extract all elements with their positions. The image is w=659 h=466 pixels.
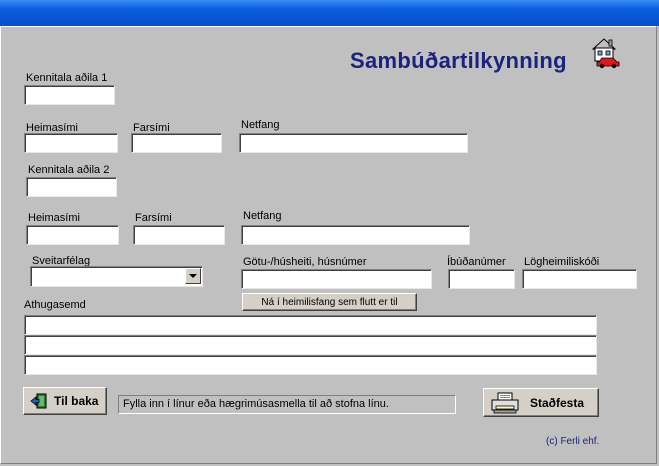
heimasimi2-label: Heimasími	[28, 212, 80, 224]
ibud-label: Íbúðanúmer	[447, 256, 506, 268]
printer-icon	[490, 392, 520, 414]
netfang2-input[interactable]	[241, 225, 470, 245]
athugasemd-line-3[interactable]	[24, 355, 597, 375]
house-car-icon	[589, 35, 621, 69]
kennitala2-label: Kennitala aðila 2	[28, 164, 110, 176]
athugasemd-label: Athugasemd	[24, 299, 86, 311]
farsimi1-input[interactable]	[131, 133, 222, 153]
form-title: Sambúðartilkynning	[350, 48, 567, 73]
heimasimi1-input[interactable]	[24, 133, 118, 153]
logheimili-input[interactable]	[522, 269, 637, 289]
logheimili-label: Lögheimiliskóði	[524, 256, 600, 268]
kennitala1-label: Kennitala aðila 1	[26, 72, 108, 84]
fetch-address-button[interactable]: Ná í heimilisfang sem flutt er til	[242, 293, 417, 311]
farsimi2-label: Farsími	[135, 212, 172, 224]
kennitala1-input[interactable]	[24, 85, 115, 105]
door-exit-icon	[30, 392, 48, 410]
netfang2-label: Netfang	[243, 210, 282, 222]
netfang1-input[interactable]	[239, 133, 468, 153]
gata-label: Götu-/húsheiti, húsnúmer	[243, 256, 367, 268]
window: Sambúðartilkynning Kennitala aðila 1 Hei…	[0, 0, 659, 466]
window-titlebar[interactable]	[0, 0, 659, 26]
gata-input[interactable]	[241, 269, 432, 289]
netfang1-label: Netfang	[241, 119, 280, 131]
back-label: Til baka	[54, 394, 99, 408]
heimasimi2-input[interactable]	[26, 225, 119, 245]
athugasemd-line-2[interactable]	[24, 335, 597, 355]
confirm-label: Staðfesta	[530, 395, 585, 410]
kennitala2-input[interactable]	[26, 177, 117, 197]
confirm-button[interactable]: Staðfesta	[483, 388, 599, 417]
back-button[interactable]: Til baka	[23, 387, 107, 415]
chevron-down-icon[interactable]	[185, 268, 201, 284]
status-message: Fylla inn í línur eða hægrimúsasmella ti…	[118, 395, 456, 414]
ibud-input[interactable]	[448, 269, 515, 289]
copyright-text: (c) Ferli ehf.	[546, 436, 600, 447]
farsimi2-input[interactable]	[133, 225, 225, 245]
athugasemd-line-1[interactable]	[24, 315, 597, 335]
sveitarfelag-select[interactable]	[30, 266, 203, 287]
